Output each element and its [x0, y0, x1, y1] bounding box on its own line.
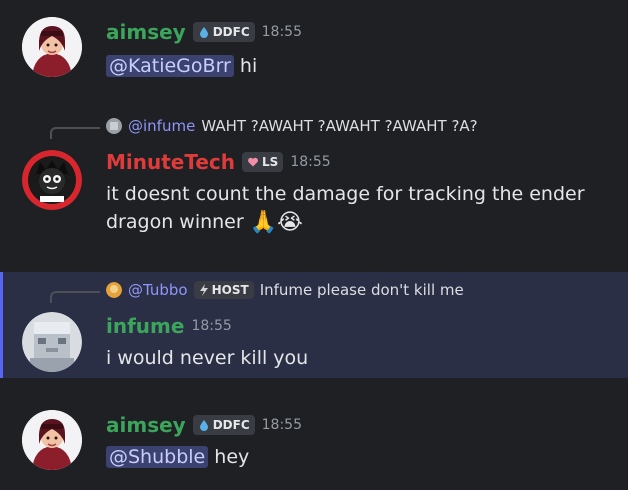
avatar[interactable]: [22, 17, 82, 77]
timestamp: 18:55: [261, 24, 302, 40]
guild-tag[interactable]: LS: [242, 152, 284, 172]
reply-text: WAHT ?AWAHT ?AWAHT ?AWAHT ?A?: [201, 117, 478, 135]
message-text: i would never kill you: [106, 347, 309, 369]
timestamp: 18:55: [191, 318, 232, 334]
username[interactable]: aimsey: [106, 20, 186, 44]
guild-tag-label: LS: [262, 155, 279, 169]
guild-tag-label: DDFC: [212, 25, 250, 39]
guild-tag-label: HOST: [211, 283, 249, 297]
folded-hands-emoji[interactable]: 🙏: [250, 211, 277, 234]
reply-connector: [50, 291, 100, 303]
avatar[interactable]: [22, 410, 82, 470]
message-text: hi: [239, 55, 258, 77]
reply-connector: [50, 127, 100, 139]
avatar[interactable]: [22, 150, 82, 210]
timestamp: 18:55: [261, 417, 302, 433]
reply-author[interactable]: @infume: [128, 117, 195, 135]
user-mention[interactable]: @Shubble: [106, 446, 209, 468]
guild-tag-label: DDFC: [212, 418, 250, 432]
message-aimsey-1: aimsey DDFC 18:55 @KatieGoBrr hi: [0, 0, 628, 110]
message-header: aimsey DDFC 18:55: [106, 20, 302, 44]
avatar[interactable]: [22, 312, 82, 372]
guild-tag[interactable]: DDFC: [192, 22, 255, 42]
message-minutetech: @infume WAHT ?AWAHT ?AWAHT ?AWAHT ?A? Mi…: [0, 110, 628, 270]
reply-avatar: [106, 282, 122, 298]
reply-avatar: [106, 118, 122, 134]
loudly-crying-face-emoji[interactable]: 😭: [277, 211, 303, 234]
message-text: it doesnt count the damage for tracking …: [106, 183, 585, 233]
water-drop-icon: [199, 420, 208, 431]
reply-author[interactable]: @Tubbo: [128, 281, 188, 299]
message-content: @KatieGoBrr hi: [106, 52, 606, 80]
reply-preview[interactable]: @Tubbo HOST Infume please don't kill me: [106, 281, 464, 299]
username[interactable]: MinuteTech: [106, 150, 235, 174]
lightning-icon: [199, 284, 208, 296]
water-drop-icon: [199, 27, 208, 38]
heart-icon: [248, 157, 258, 167]
message-content: @Shubble hey: [106, 443, 606, 471]
message-text: hey: [214, 446, 250, 468]
guild-tag[interactable]: DDFC: [192, 415, 255, 435]
message-aimsey-2: aimsey DDFC 18:55 @Shubble hey: [0, 395, 628, 490]
username[interactable]: aimsey: [106, 413, 186, 437]
reply-text: Infume please don't kill me: [259, 281, 464, 299]
message-header: MinuteTech LS 18:55: [106, 150, 331, 174]
username[interactable]: infume: [106, 314, 184, 338]
message-content: it doesnt count the damage for tracking …: [106, 180, 606, 236]
message-header: aimsey DDFC 18:55: [106, 413, 302, 437]
message-header: infume 18:55: [106, 314, 232, 338]
timestamp: 18:55: [290, 154, 331, 170]
guild-tag[interactable]: HOST: [193, 281, 254, 299]
user-mention[interactable]: @KatieGoBrr: [106, 55, 234, 77]
message-content: i would never kill you: [106, 344, 606, 372]
reply-preview[interactable]: @infume WAHT ?AWAHT ?AWAHT ?AWAHT ?A?: [106, 117, 478, 135]
message-infume: @Tubbo HOST Infume please don't kill me …: [0, 272, 628, 378]
chat-message-list: aimsey DDFC 18:55 @KatieGoBrr hi @infume…: [0, 0, 628, 490]
